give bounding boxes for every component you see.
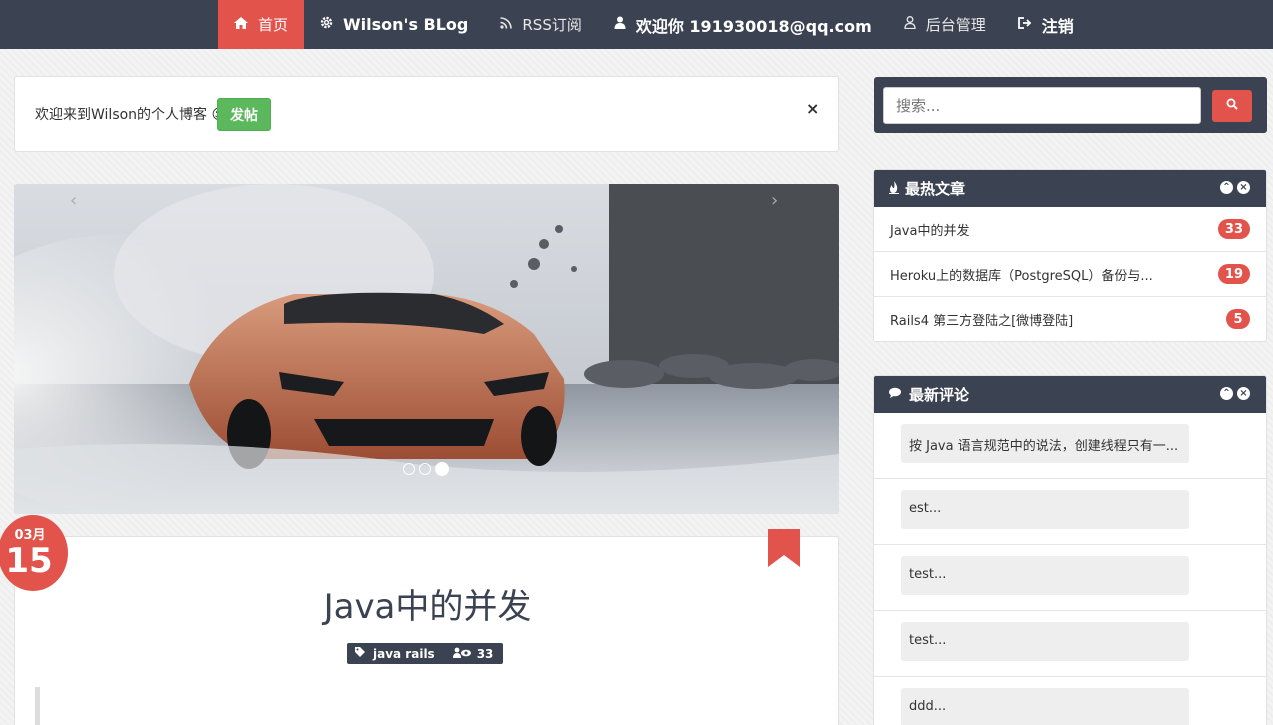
close-icon[interactable]: × (806, 99, 819, 118)
hot-post-count: 33 (1217, 219, 1250, 239)
hot-post-count: 5 (1226, 309, 1250, 329)
main-nav: 首页 Wilson's BLog RSS订阅 欢迎你 191930018@qq.… (218, 0, 1090, 49)
hot-posts-title: 最热文章 (905, 180, 966, 198)
carousel-dot[interactable] (419, 463, 431, 475)
close-widget-icon[interactable]: × (1237, 181, 1250, 194)
close-widget-icon[interactable]: × (1237, 387, 1250, 400)
carousel-indicators (403, 462, 449, 476)
hot-post-item[interactable]: Java中的并发 33 (874, 207, 1266, 252)
comment-text[interactable]: 按 Java 语言规范中的说法，创建线程只有一... (901, 424, 1189, 463)
search-icon (1226, 98, 1238, 114)
carousel-next-icon[interactable]: › (771, 190, 778, 211)
tags-icon (355, 646, 367, 661)
nav-admin-label: 后台管理 (925, 16, 986, 34)
hot-post-item[interactable]: Heroku上的数据库（PostgreSQL）备份与... 19 (874, 252, 1266, 297)
comment-item[interactable]: test... (874, 611, 1266, 677)
post-date-badge: 03月 15 (0, 515, 68, 591)
latest-comments-header: 最新评论 ⌃ × (874, 376, 1266, 413)
hot-post-title[interactable]: Heroku上的数据库（PostgreSQL）备份与... (890, 265, 1153, 284)
sign-out-icon (1017, 16, 1037, 33)
search-panel (874, 77, 1267, 133)
nav-logout[interactable]: 注销 (1002, 0, 1090, 49)
nav-rss-label: RSS订阅 (522, 16, 582, 34)
rss-icon (500, 16, 517, 33)
nav-rss[interactable]: RSS订阅 (484, 0, 597, 49)
nav-home[interactable]: 首页 (218, 0, 305, 49)
widget-controls: ⌃ × (1220, 181, 1250, 194)
post-card: Java中的并发 java rails 33 (14, 529, 840, 725)
hot-post-title[interactable]: Rails4 第三方登陆之[微博登陆] (890, 310, 1073, 329)
hot-posts-header: 最热文章 ⌃ × (874, 170, 1266, 207)
nav-user[interactable]: 欢迎你 191930018@qq.com (598, 0, 888, 49)
carousel-prev-icon[interactable]: ‹ (70, 190, 77, 211)
nav-blog-label: Wilson's BLog (343, 15, 469, 34)
nav-logout-label: 注销 (1041, 16, 1074, 36)
comments-icon (889, 387, 903, 402)
comment-text[interactable]: test... (901, 556, 1189, 595)
user-icon (614, 16, 631, 33)
collapse-icon[interactable]: ⌃ (1220, 181, 1233, 194)
hot-post-count: 19 (1217, 264, 1250, 284)
comment-item[interactable]: test... (874, 545, 1266, 611)
user-admin-icon (904, 16, 921, 33)
search-button[interactable] (1212, 90, 1252, 122)
comment-item[interactable]: est... (874, 479, 1266, 545)
top-navbar: 首页 Wilson's BLog RSS订阅 欢迎你 191930018@qq.… (0, 0, 1273, 49)
post-views: 33 (476, 646, 494, 661)
comment-text[interactable]: ddd... (901, 688, 1189, 725)
latest-comments-widget: 最新评论 ⌃ × 按 Java 语言规范中的说法，创建线程只有一... est.… (873, 375, 1267, 725)
hot-posts-widget: 最热文章 ⌃ × Java中的并发 33 Heroku上的数据库（Postgre… (873, 169, 1267, 342)
views-icon (452, 647, 471, 661)
fire-icon (889, 180, 899, 197)
image-carousel: ‹ › (14, 184, 839, 514)
gear-icon (320, 16, 338, 33)
post-title[interactable]: Java中的并发 (15, 579, 840, 628)
blockquote-bar (35, 687, 40, 725)
carousel-dot-active[interactable] (435, 462, 449, 476)
post-tags[interactable]: java rails (373, 647, 435, 661)
comment-text[interactable]: est... (901, 490, 1189, 529)
hot-post-item[interactable]: Rails4 第三方登陆之[微博登陆] 5 (874, 297, 1266, 341)
collapse-icon[interactable]: ⌃ (1220, 387, 1233, 400)
post-meta: java rails 33 (347, 643, 503, 664)
bookmark-icon[interactable] (768, 529, 800, 571)
search-input[interactable] (883, 87, 1201, 124)
hot-post-title[interactable]: Java中的并发 (890, 220, 969, 239)
new-post-button[interactable]: 发帖 (217, 98, 271, 131)
latest-comments-title: 最新评论 (909, 386, 970, 404)
nav-user-label: 欢迎你 191930018@qq.com (635, 16, 872, 36)
nav-blog[interactable]: Wilson's BLog (304, 0, 484, 49)
nav-home-label: 首页 (258, 16, 289, 34)
welcome-message: 欢迎来到Wilson的个人博客 ☺ (35, 107, 227, 123)
comment-item[interactable]: 按 Java 语言规范中的说法，创建线程只有一... (874, 413, 1266, 479)
widget-controls: ⌃ × (1220, 387, 1250, 400)
nav-admin[interactable]: 后台管理 (888, 0, 1002, 49)
home-icon (234, 16, 253, 33)
post-date-day: 15 (5, 541, 53, 581)
carousel-dot[interactable] (403, 463, 415, 475)
comment-item[interactable]: ddd... (874, 677, 1266, 725)
welcome-alert: 欢迎来到Wilson的个人博客 ☺ 发帖 × (14, 76, 839, 152)
comment-text[interactable]: test... (901, 622, 1189, 661)
